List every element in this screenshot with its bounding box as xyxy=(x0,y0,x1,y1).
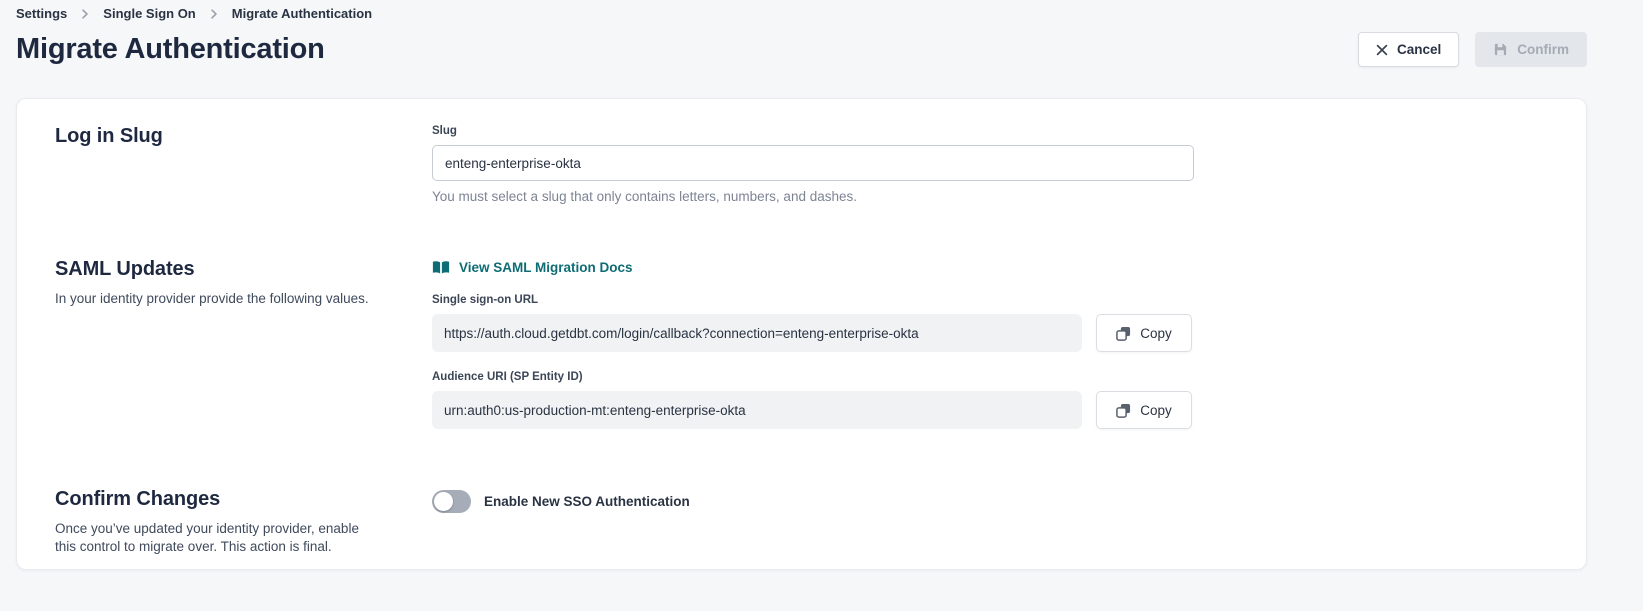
copy-audience-uri-button[interactable]: Copy xyxy=(1096,391,1192,429)
confirm-changes-description: Once you’ve updated your identity provid… xyxy=(55,520,373,556)
saml-updates-description: In your identity provider provide the fo… xyxy=(55,290,373,308)
breadcrumb-settings[interactable]: Settings xyxy=(16,6,67,21)
breadcrumb-single-sign-on[interactable]: Single Sign On xyxy=(103,6,195,21)
copy-sso-url-button[interactable]: Copy xyxy=(1096,314,1192,352)
sso-url-label: Single sign-on URL xyxy=(432,294,1194,306)
confirm-button[interactable]: Confirm xyxy=(1475,32,1587,67)
copy-button-label: Copy xyxy=(1140,326,1172,341)
slug-helper-text: You must select a slug that only contain… xyxy=(432,189,1194,204)
section-saml-updates: SAML Updates In your identity provider p… xyxy=(55,258,1548,448)
chevron-right-icon xyxy=(209,9,219,19)
toggle-knob xyxy=(434,492,453,511)
x-icon xyxy=(1376,44,1388,56)
copy-button-label: Copy xyxy=(1140,403,1172,418)
header-actions: Cancel Confirm xyxy=(1358,32,1587,67)
chevron-right-icon xyxy=(80,9,90,19)
breadcrumb-current: Migrate Authentication xyxy=(232,6,372,21)
confirm-changes-heading: Confirm Changes xyxy=(55,488,408,511)
page: Settings Single Sign On Migrate Authenti… xyxy=(0,0,1643,570)
copy-icon xyxy=(1116,326,1131,341)
page-header: Migrate Authentication Cancel Confirm xyxy=(16,32,1587,67)
view-saml-migration-docs-link[interactable]: View SAML Migration Docs xyxy=(432,260,633,275)
section-confirm-changes: Confirm Changes Once you’ve updated your… xyxy=(55,488,1548,556)
audience-uri-label: Audience URI (SP Entity ID) xyxy=(432,371,1194,383)
save-icon xyxy=(1493,42,1508,57)
saml-updates-heading: SAML Updates xyxy=(55,258,408,281)
copy-icon xyxy=(1116,403,1131,418)
enable-sso-toggle-label: Enable New SSO Authentication xyxy=(484,494,690,509)
sso-url-value: https://auth.cloud.getdbt.com/login/call… xyxy=(432,314,1082,352)
section-login-slug: Log in Slug Slug You must select a slug … xyxy=(55,125,1548,204)
confirm-button-label: Confirm xyxy=(1517,42,1569,57)
enable-sso-toggle[interactable] xyxy=(432,490,471,513)
audience-uri-value: urn:auth0:us-production-mt:enteng-enterp… xyxy=(432,391,1082,429)
breadcrumb: Settings Single Sign On Migrate Authenti… xyxy=(16,6,1587,21)
page-title: Migrate Authentication xyxy=(16,33,325,66)
slug-input[interactable] xyxy=(432,145,1194,181)
login-slug-heading: Log in Slug xyxy=(55,125,408,148)
cancel-button-label: Cancel xyxy=(1397,42,1441,57)
book-icon xyxy=(432,260,450,275)
cancel-button[interactable]: Cancel xyxy=(1358,32,1459,67)
docs-link-label: View SAML Migration Docs xyxy=(459,260,633,275)
slug-label: Slug xyxy=(432,125,1194,137)
migrate-auth-card: Log in Slug Slug You must select a slug … xyxy=(16,98,1587,570)
